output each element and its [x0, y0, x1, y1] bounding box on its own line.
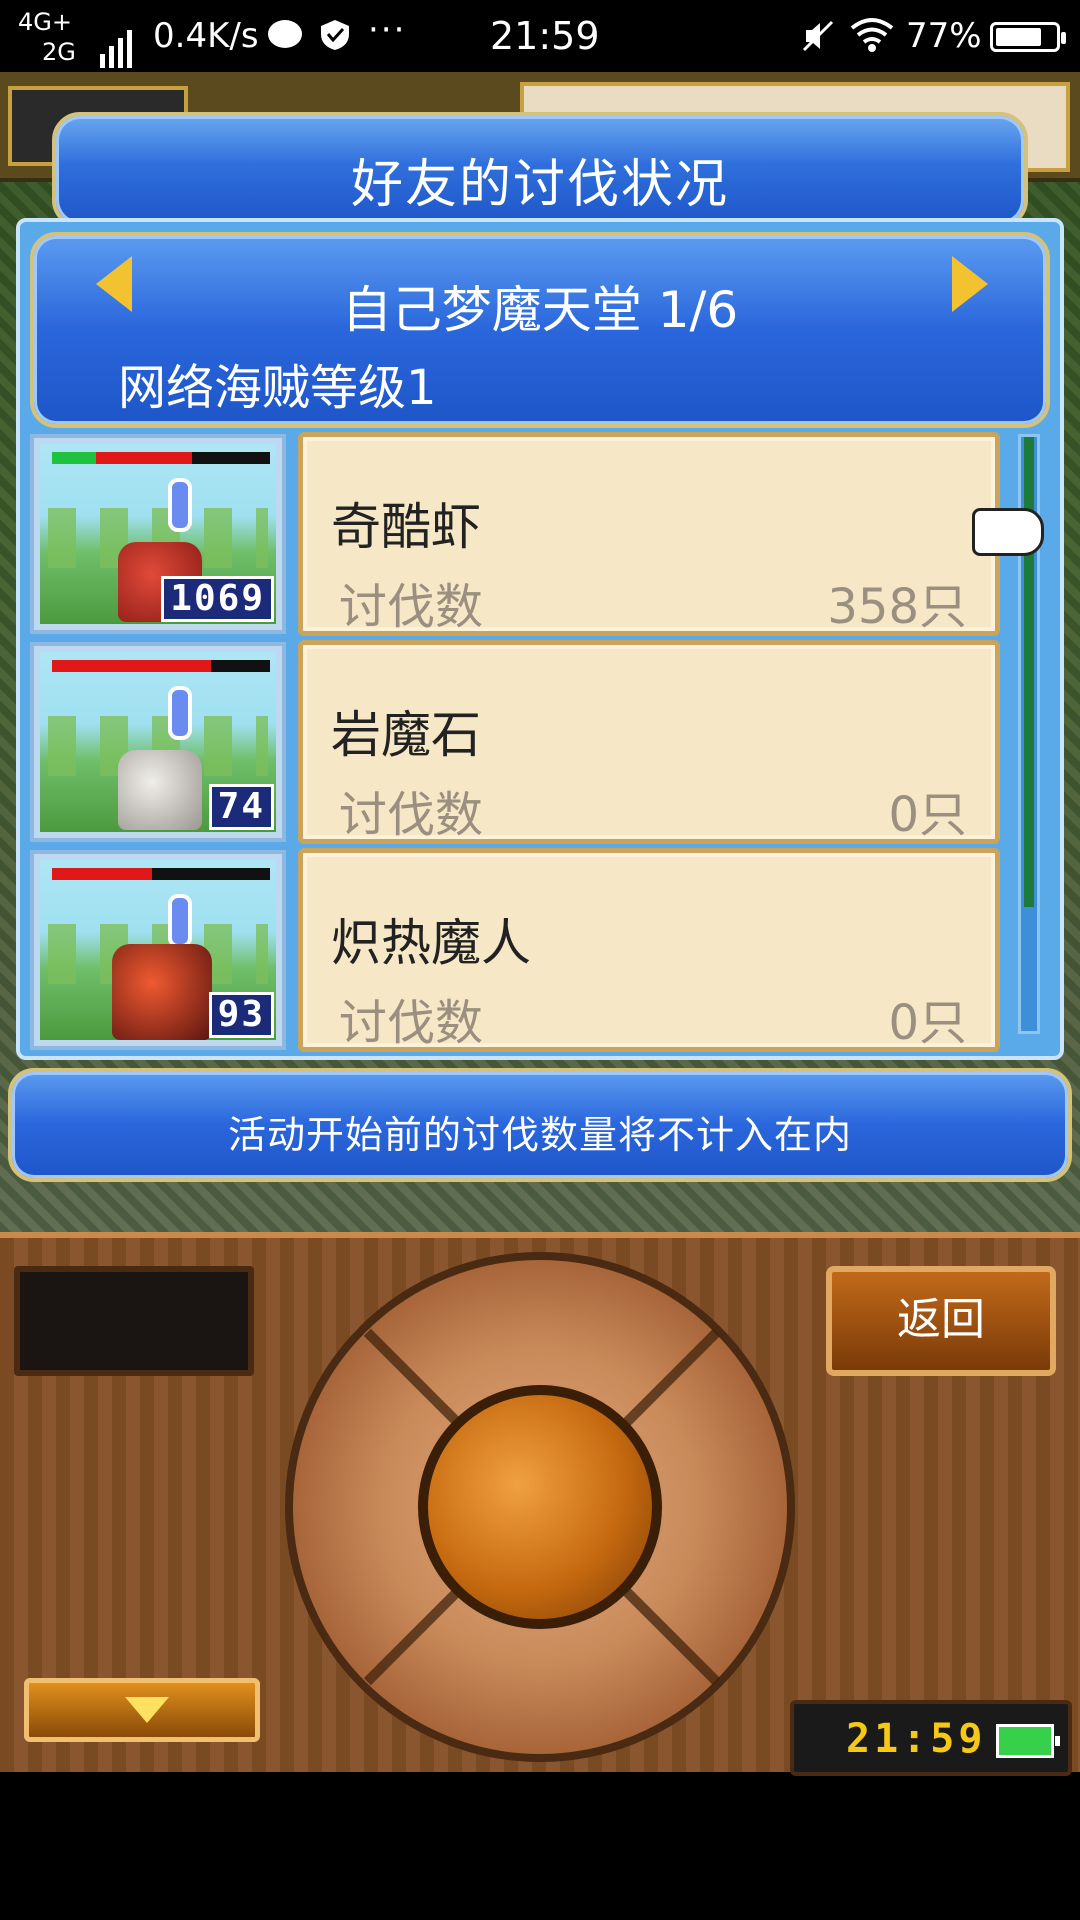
network-type-secondary: 2G — [42, 38, 76, 66]
monster-level-badge: 74 — [208, 784, 274, 830]
monster-list: 1069 奇酷虾 讨伐数 358只 74 岩魔石 讨伐数 0只 93 炽热魔人 … — [30, 432, 1020, 1052]
kill-label: 讨伐数 — [339, 995, 484, 1051]
stone-monster-icon — [118, 750, 202, 830]
back-button[interactable]: 返回 — [826, 1266, 1056, 1376]
lava-monster-icon — [112, 944, 212, 1040]
wifi-icon — [850, 18, 894, 52]
mute-icon — [802, 20, 834, 52]
signal-icon — [100, 12, 144, 68]
monster-card[interactable]: 炽热魔人 讨伐数 0只 — [298, 848, 1000, 1052]
hp-bar — [52, 868, 270, 880]
status-bar: 4G+ 2G 0.4K/s ··· 21:59 77% — [0, 0, 1080, 72]
monster-thumbnail: 74 — [30, 642, 286, 842]
dpad[interactable] — [285, 1252, 795, 1762]
controller-screen — [14, 1266, 254, 1376]
monster-card[interactable]: 奇酷虾 讨伐数 358只 — [298, 432, 1000, 636]
game-clock-time: 21:59 — [846, 1716, 987, 1762]
network-speed: 0.4K/s — [153, 16, 259, 56]
battery-icon — [996, 1724, 1060, 1758]
monster-name: 奇酷虾 — [331, 498, 481, 556]
kill-count: 0只 — [888, 995, 967, 1051]
battery-icon — [990, 22, 1066, 52]
notice-text: 活动开始前的讨伐数量将不计入在内 — [227, 1113, 852, 1157]
controller-panel: 返回 21:59 — [0, 1232, 1080, 1776]
pirate-level: 网络海贼等级1 — [118, 360, 437, 416]
network-indicator: 4G+ 2G — [14, 6, 134, 68]
dpad-center-button[interactable] — [418, 1385, 662, 1629]
monster-level-badge: 1069 — [161, 576, 274, 622]
status-time: 21:59 — [490, 14, 600, 58]
pointer-hand-icon — [972, 508, 1044, 556]
monster-card[interactable]: 岩魔石 讨伐数 0只 — [298, 640, 1000, 844]
alert-icon — [168, 894, 192, 948]
page-title: 好友的讨伐状况 — [350, 155, 729, 215]
title-panel: 好友的讨伐状况 — [52, 112, 1028, 228]
monster-thumbnail: 93 — [30, 850, 286, 1050]
monster-name: 炽热魔人 — [331, 914, 531, 972]
hp-bar — [52, 452, 270, 464]
monster-row[interactable]: 74 岩魔石 讨伐数 0只 — [30, 640, 1020, 844]
kill-label: 讨伐数 — [339, 787, 484, 843]
dungeon-name: 自己梦魔天堂 1/6 — [341, 281, 739, 339]
monster-level-badge: 93 — [208, 992, 274, 1038]
game-clock: 21:59 — [790, 1700, 1072, 1776]
message-icon — [268, 20, 302, 48]
monster-row[interactable]: 1069 奇酷虾 讨伐数 358只 — [30, 432, 1020, 636]
monster-thumbnail: 1069 — [30, 434, 286, 634]
network-type-primary: 4G+ — [18, 8, 72, 36]
monster-name: 岩魔石 — [331, 706, 481, 764]
battery-percent: 77% — [906, 16, 982, 56]
notice-panel: 活动开始前的讨伐数量将不计入在内 — [8, 1068, 1072, 1182]
monster-row[interactable]: 93 炽热魔人 讨伐数 0只 — [30, 848, 1020, 1052]
shield-icon — [321, 20, 349, 50]
menu-down-button[interactable] — [24, 1678, 260, 1742]
hp-bar — [52, 660, 270, 672]
kill-label: 讨伐数 — [339, 579, 484, 635]
kill-count: 358只 — [827, 579, 967, 635]
more-icon: ··· — [368, 10, 407, 50]
kill-count: 0只 — [888, 787, 967, 843]
dungeon-header: 自己梦魔天堂 1/6 网络海贼等级1 — [30, 232, 1050, 428]
alert-icon — [168, 686, 192, 740]
alert-icon — [168, 478, 192, 532]
game-screen: 4G+ 2G 0.4K/s ··· 21:59 77% 好友的讨伐状况 自己梦魔… — [0, 0, 1080, 1920]
next-arrow-icon[interactable] — [952, 256, 988, 312]
